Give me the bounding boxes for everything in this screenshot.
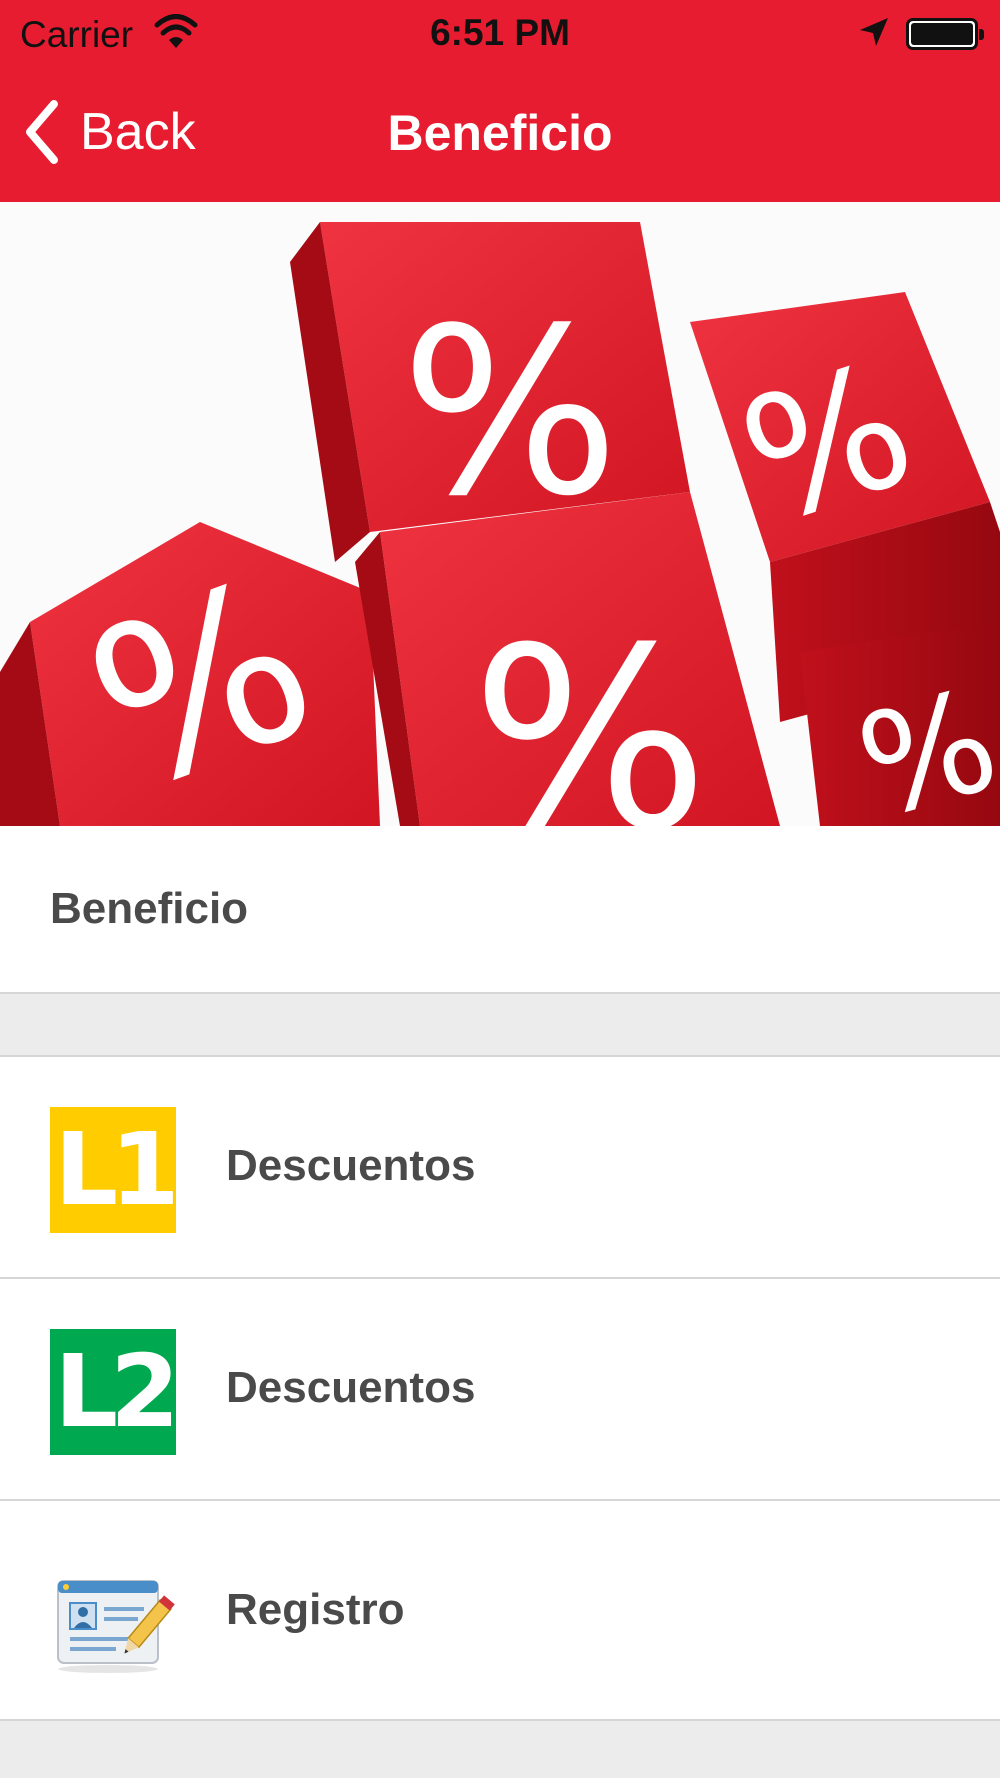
- line-2-badge-text: L2: [54, 1333, 179, 1450]
- location-arrow-icon: [860, 18, 888, 46]
- line-2-badge-icon: L2: [50, 1329, 180, 1455]
- percent-dice-image: % % % % %: [0, 202, 1000, 826]
- navigation-bar: Carrier 6:51 PM Back Beneficio: [0, 0, 1000, 202]
- status-time: 6:51 PM: [430, 12, 570, 53]
- section-title: Beneficio: [50, 884, 249, 933]
- status-bar: Carrier 6:51 PM: [0, 0, 1000, 68]
- benefits-list: L1 Descuentos L2 Descuentos Registro: [0, 1055, 1000, 1721]
- line-2-badge: L2: [50, 1329, 180, 1455]
- battery-icon: [906, 18, 984, 50]
- registration-form-icon: [50, 1551, 176, 1677]
- line-1-badge-text: L1: [54, 1111, 179, 1228]
- line-1-badge-icon: L1: [50, 1107, 180, 1233]
- list-item-label: Descuentos: [226, 1141, 476, 1190]
- list-item-registro[interactable]: Registro: [0, 1499, 1000, 1721]
- list-item-l1-descuentos[interactable]: L1 Descuentos: [0, 1055, 1000, 1277]
- list-item-label: Registro: [226, 1585, 405, 1634]
- svg-text:%: %: [471, 594, 709, 826]
- page-title: Beneficio: [387, 105, 613, 161]
- list-item-l2-descuentos[interactable]: L2 Descuentos: [0, 1277, 1000, 1499]
- registration-form-svg: [57, 1580, 175, 1673]
- banner-illustration: % % % % %: [0, 202, 1000, 826]
- list-item-label: Descuentos: [226, 1363, 476, 1412]
- section-title-row: Beneficio: [0, 826, 1000, 994]
- line-1-badge: L1: [50, 1107, 180, 1233]
